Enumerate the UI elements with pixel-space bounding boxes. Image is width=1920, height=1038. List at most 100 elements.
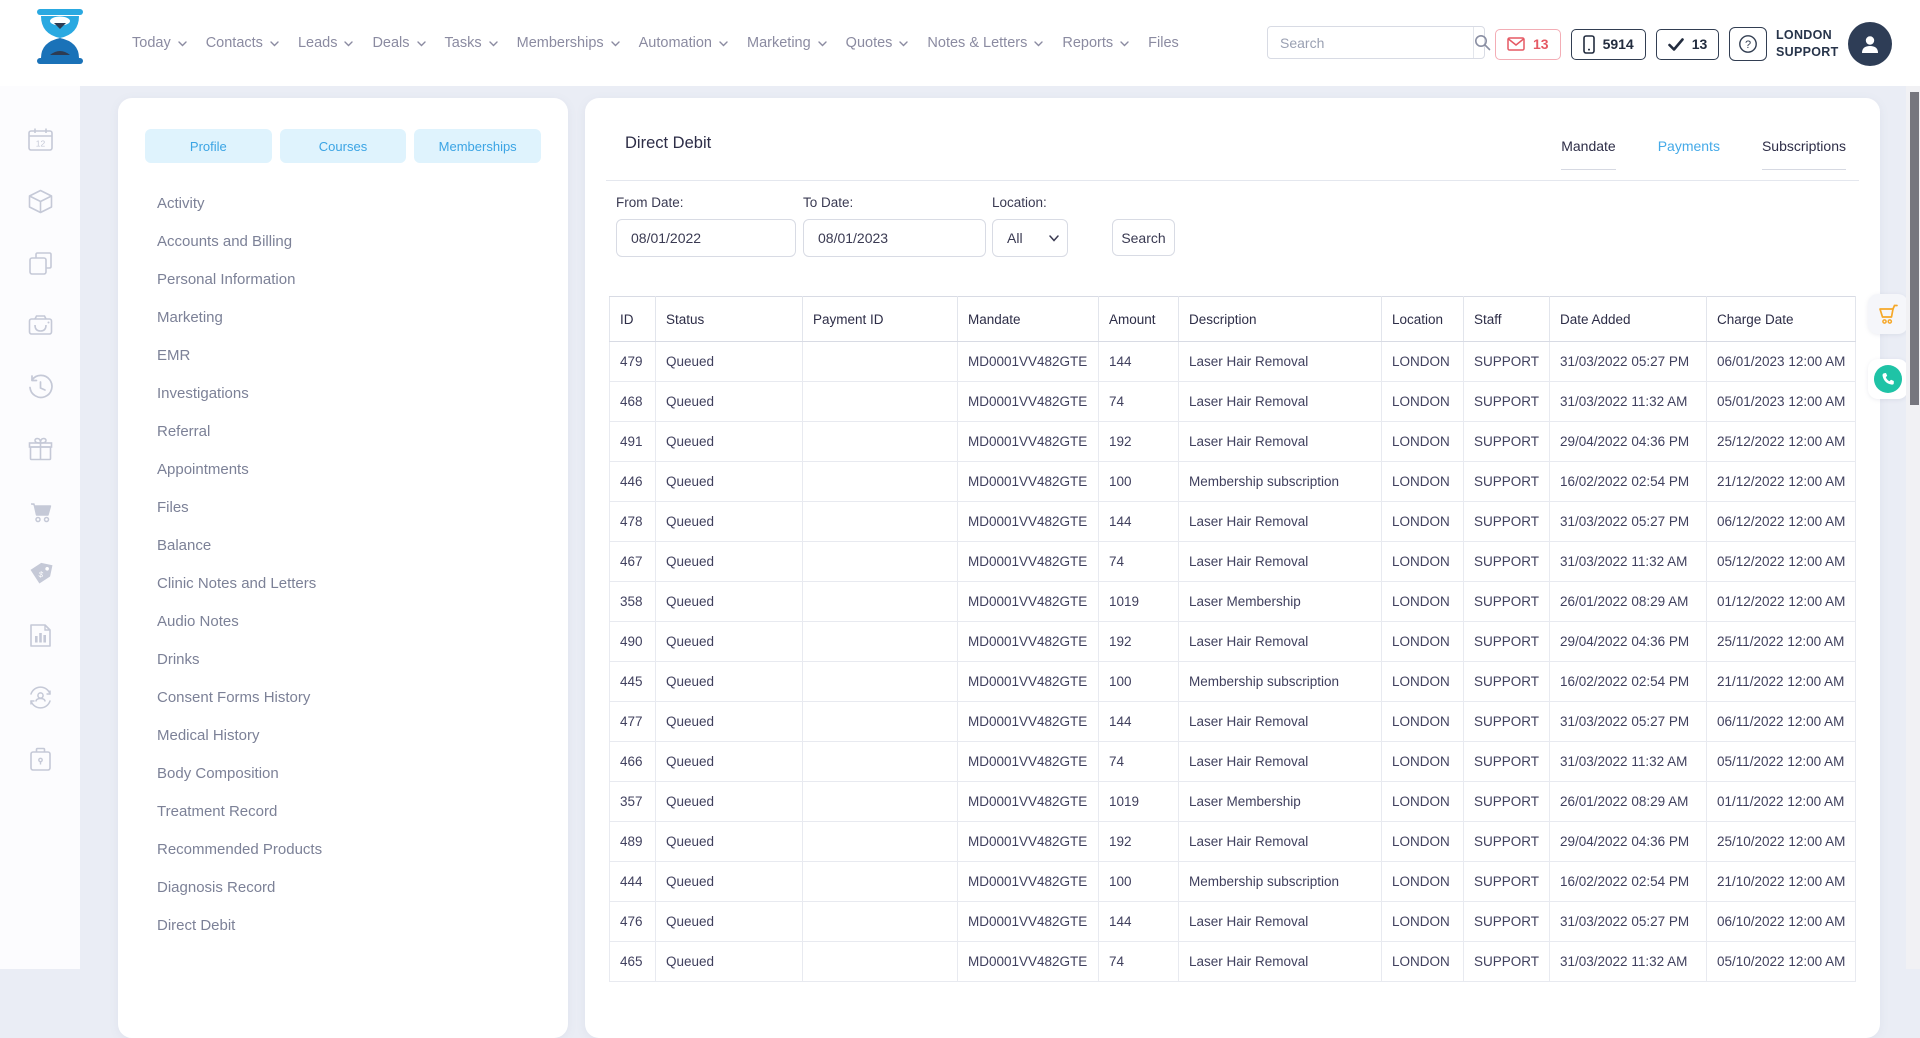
calendar-icon[interactable]: 12 bbox=[27, 126, 54, 153]
search-submit-button[interactable] bbox=[1473, 27, 1491, 58]
cell-amount: 1019 bbox=[1099, 782, 1179, 822]
price-tag-icon[interactable]: $ bbox=[27, 560, 54, 587]
table-row[interactable]: 445 Queued MD0001VV482GTE 100 Membership… bbox=[610, 662, 1856, 702]
nav-item[interactable]: Notes & Letters bbox=[927, 35, 1043, 51]
patient-nav-item[interactable]: Medical History bbox=[118, 716, 568, 754]
patient-nav-item[interactable]: Appointments bbox=[118, 450, 568, 488]
location-label: Location: bbox=[992, 195, 1068, 210]
user-name: LONDON SUPPORT bbox=[1776, 27, 1839, 61]
cell-mandate: MD0001VV482GTE bbox=[958, 662, 1099, 702]
table-row[interactable]: 479 Queued MD0001VV482GTE 144 Laser Hair… bbox=[610, 342, 1856, 382]
avatar[interactable] bbox=[1848, 22, 1892, 66]
table-row[interactable]: 446 Queued MD0001VV482GTE 100 Membership… bbox=[610, 462, 1856, 502]
patient-nav-item[interactable]: Investigations bbox=[118, 374, 568, 412]
patient-nav-item[interactable]: Referral bbox=[118, 412, 568, 450]
nav-item[interactable]: Tasks bbox=[445, 35, 498, 51]
patient-nav-item[interactable]: Treatment Record bbox=[118, 792, 568, 830]
nav-item[interactable]: Reports bbox=[1062, 35, 1129, 51]
camera-icon[interactable] bbox=[27, 312, 54, 339]
patient-nav-item[interactable]: Personal Information bbox=[118, 260, 568, 298]
patient-nav-item[interactable]: Recommended Products bbox=[118, 830, 568, 868]
page-scrollbar[interactable] bbox=[1906, 86, 1920, 969]
patient-nav-item[interactable]: Diagnosis Record bbox=[118, 868, 568, 906]
tab-payments[interactable]: Payments bbox=[1658, 138, 1720, 170]
cell-staff: SUPPORT bbox=[1464, 462, 1550, 502]
scrollbar-thumb[interactable] bbox=[1910, 92, 1919, 405]
chevron-down-icon bbox=[489, 41, 498, 47]
patient-nav-item[interactable]: Drinks bbox=[118, 640, 568, 678]
main-nav: Today Contacts Leads Deals Tasks bbox=[132, 0, 1179, 86]
table-row[interactable]: 444 Queued MD0001VV482GTE 100 Membership… bbox=[610, 862, 1856, 902]
table-row[interactable]: 478 Queued MD0001VV482GTE 144 Laser Hair… bbox=[610, 502, 1856, 542]
patient-nav-item[interactable]: EMR bbox=[118, 336, 568, 374]
nav-item[interactable]: Files bbox=[1148, 35, 1179, 51]
call-button[interactable] bbox=[1868, 359, 1908, 399]
tasks-badge[interactable]: 13 bbox=[1656, 29, 1720, 60]
cell-staff: SUPPORT bbox=[1464, 422, 1550, 462]
table-row[interactable]: 489 Queued MD0001VV482GTE 192 Laser Hair… bbox=[610, 822, 1856, 862]
phone-badge[interactable]: 5914 bbox=[1571, 29, 1646, 60]
package-icon[interactable] bbox=[27, 188, 54, 215]
cell-amount: 74 bbox=[1099, 382, 1179, 422]
messages-badge[interactable]: 13 bbox=[1495, 29, 1561, 60]
cart-icon[interactable] bbox=[27, 498, 54, 525]
gift-icon[interactable] bbox=[27, 436, 54, 463]
locker-icon[interactable] bbox=[27, 746, 54, 773]
cell-staff: SUPPORT bbox=[1464, 902, 1550, 942]
from-date-input[interactable] bbox=[616, 219, 796, 257]
patient-nav-item[interactable]: Balance bbox=[118, 526, 568, 564]
patient-nav-item[interactable]: Audio Notes bbox=[118, 602, 568, 640]
nav-item-label: Quotes bbox=[846, 35, 893, 51]
table-row[interactable]: 491 Queued MD0001VV482GTE 192 Laser Hair… bbox=[610, 422, 1856, 462]
patient-nav-item[interactable]: Direct Debit bbox=[118, 906, 568, 944]
filter-search-button[interactable]: Search bbox=[1112, 219, 1175, 256]
support-icon[interactable] bbox=[27, 684, 54, 711]
tab-subscriptions[interactable]: Subscriptions bbox=[1762, 138, 1846, 170]
table-row[interactable]: 358 Queued MD0001VV482GTE 1019 Laser Mem… bbox=[610, 582, 1856, 622]
tab-mandate[interactable]: Mandate bbox=[1561, 138, 1615, 170]
patient-nav-item[interactable]: Accounts and Billing bbox=[118, 222, 568, 260]
tab-courses[interactable]: Courses bbox=[280, 129, 407, 163]
nav-item[interactable]: Contacts bbox=[206, 35, 279, 51]
nav-item[interactable]: Deals bbox=[372, 35, 425, 51]
location-select[interactable]: All bbox=[992, 219, 1068, 257]
cell-payment-id bbox=[803, 622, 958, 662]
help-button[interactable]: ? bbox=[1729, 27, 1767, 61]
cell-mandate: MD0001VV482GTE bbox=[958, 702, 1099, 742]
nav-item[interactable]: Marketing bbox=[747, 35, 827, 51]
tab-memberships[interactable]: Memberships bbox=[414, 129, 541, 163]
cell-charge-date: 21/12/2022 12:00 AM bbox=[1707, 462, 1856, 502]
report-icon[interactable] bbox=[27, 622, 54, 649]
table-row[interactable]: 467 Queued MD0001VV482GTE 74 Laser Hair … bbox=[610, 542, 1856, 582]
search-input[interactable] bbox=[1268, 35, 1473, 51]
app-logo-icon[interactable] bbox=[28, 7, 92, 67]
windows-icon[interactable] bbox=[27, 250, 54, 277]
table-row[interactable]: 476 Queued MD0001VV482GTE 144 Laser Hair… bbox=[610, 902, 1856, 942]
patient-nav-item[interactable]: Consent Forms History bbox=[118, 678, 568, 716]
basket-button[interactable] bbox=[1868, 294, 1908, 334]
nav-item[interactable]: Quotes bbox=[846, 35, 909, 51]
nav-item[interactable]: Leads bbox=[298, 35, 354, 51]
table-row[interactable]: 477 Queued MD0001VV482GTE 144 Laser Hair… bbox=[610, 702, 1856, 742]
history-icon[interactable] bbox=[27, 374, 54, 401]
cell-payment-id bbox=[803, 862, 958, 902]
to-date-input[interactable] bbox=[803, 219, 986, 257]
table-row[interactable]: 468 Queued MD0001VV482GTE 74 Laser Hair … bbox=[610, 382, 1856, 422]
cell-status: Queued bbox=[656, 502, 803, 542]
patient-nav-item[interactable]: Body Composition bbox=[118, 754, 568, 792]
cell-date-added: 26/01/2022 08:29 AM bbox=[1550, 582, 1707, 622]
table-row[interactable]: 490 Queued MD0001VV482GTE 192 Laser Hair… bbox=[610, 622, 1856, 662]
table-row[interactable]: 466 Queued MD0001VV482GTE 74 Laser Hair … bbox=[610, 742, 1856, 782]
table-row[interactable]: 465 Queued MD0001VV482GTE 74 Laser Hair … bbox=[610, 942, 1856, 982]
patient-nav-item[interactable]: Clinic Notes and Letters bbox=[118, 564, 568, 602]
nav-item[interactable]: Automation bbox=[639, 35, 728, 51]
tab-profile[interactable]: Profile bbox=[145, 129, 272, 163]
nav-item[interactable]: Memberships bbox=[517, 35, 620, 51]
user-menu[interactable]: LONDON SUPPORT bbox=[1776, 22, 1892, 66]
patient-nav-item[interactable]: Files bbox=[118, 488, 568, 526]
cell-amount: 144 bbox=[1099, 342, 1179, 382]
nav-item[interactable]: Today bbox=[132, 35, 187, 51]
patient-nav-item[interactable]: Marketing bbox=[118, 298, 568, 336]
table-row[interactable]: 357 Queued MD0001VV482GTE 1019 Laser Mem… bbox=[610, 782, 1856, 822]
patient-nav-item[interactable]: Activity bbox=[118, 184, 568, 222]
